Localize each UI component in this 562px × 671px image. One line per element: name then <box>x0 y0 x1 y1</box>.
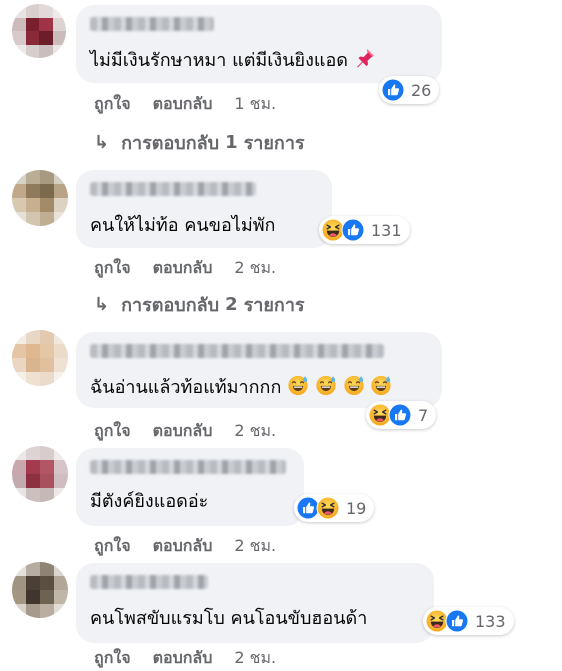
reply-button[interactable]: ตอบกลับ <box>153 256 213 281</box>
comment-bubble[interactable]: ฉันอ่านแล้วท้อแท้มากกก <box>76 332 442 408</box>
avatar[interactable] <box>12 170 68 226</box>
replies-count: 1 <box>225 132 238 153</box>
comment-bubble[interactable]: มีตังค์ยิงแอดอ่ะ <box>76 448 304 526</box>
replies-suffix: รายการ <box>243 295 305 316</box>
author-name[interactable] <box>90 460 286 474</box>
reaction-summary[interactable]: 133 <box>423 607 514 635</box>
grinning-sweat-icon <box>287 374 309 396</box>
like-reaction-icon <box>381 78 405 102</box>
replies-suffix: รายการ <box>243 133 305 154</box>
grinning-sweat-icon <box>315 374 337 396</box>
comment-actions: ถูกใจ ตอบกลับ 2 ชม. <box>94 646 298 671</box>
comment-actions: ถูกใจ ตอบกลับ 1 ชม. <box>94 92 298 117</box>
reaction-summary[interactable]: 19 <box>294 494 375 522</box>
comment-text: ไม่มีเงินรักษาหมา แต่มีเงินยิงแอด <box>90 50 348 71</box>
like-button[interactable]: ถูกใจ <box>94 534 131 559</box>
reaction-summary[interactable]: 131 <box>319 216 410 244</box>
reaction-summary[interactable]: 26 <box>379 76 440 104</box>
comment-actions: ถูกใจ ตอบกลับ 2 ชม. <box>94 534 298 559</box>
like-reaction-icon <box>341 218 365 242</box>
like-reaction-icon <box>445 609 469 633</box>
like-button[interactable]: ถูกใจ <box>94 646 131 671</box>
avatar[interactable] <box>12 4 66 58</box>
like-button[interactable]: ถูกใจ <box>94 419 131 444</box>
author-name[interactable] <box>90 17 214 31</box>
comment-actions: ถูกใจ ตอบกลับ 2 ชม. <box>94 419 298 444</box>
grinning-sweat-icon <box>370 374 392 396</box>
comment-text-row: ไม่มีเงินรักษาหมา แต่มีเงินยิงแอด <box>90 47 376 73</box>
comment-text: มีตังค์ยิงแอดอ่ะ <box>90 491 209 512</box>
replies-label: การตอบกลับ <box>121 133 220 154</box>
avatar[interactable] <box>12 446 68 502</box>
replies-count: 2 <box>225 294 238 315</box>
pushpin-icon <box>354 47 376 69</box>
timestamp[interactable]: 2 ชม. <box>234 256 276 281</box>
comment-text-row: ฉันอ่านแล้วท้อแท้มากกก <box>90 374 392 400</box>
reaction-count: 133 <box>475 611 506 631</box>
comment-bubble[interactable]: คนโพสขับแรมโบ คนโอนขับฮอนด้า <box>76 563 434 643</box>
reaction-count: 131 <box>371 220 402 240</box>
avatar[interactable] <box>12 562 68 618</box>
timestamp[interactable]: 2 ชม. <box>234 534 276 559</box>
comment-actions: ถูกใจ ตอบกลับ 2 ชม. <box>94 256 298 281</box>
timestamp[interactable]: 2 ชม. <box>234 646 276 671</box>
replies-label: การตอบกลับ <box>121 295 220 316</box>
author-name[interactable] <box>90 344 384 358</box>
haha-reaction-icon <box>316 496 340 520</box>
reply-button[interactable]: ตอบกลับ <box>153 419 213 444</box>
comment-text: คนให้ไม่ท้อ คนขอไม่พัก <box>90 215 276 236</box>
reaction-count: 26 <box>411 80 432 100</box>
like-button[interactable]: ถูกใจ <box>94 256 131 281</box>
reaction-count: 19 <box>346 498 367 518</box>
reply-arrow-icon: ↳ <box>94 132 110 153</box>
avatar[interactable] <box>12 330 68 386</box>
like-reaction-icon <box>388 403 412 427</box>
reply-button[interactable]: ตอบกลับ <box>153 92 213 117</box>
grinning-sweat-icon <box>343 374 365 396</box>
reply-arrow-icon: ↳ <box>94 294 110 315</box>
comment-bubble[interactable]: ไม่มีเงินรักษาหมา แต่มีเงินยิงแอด <box>76 5 442 83</box>
reaction-count: 7 <box>418 405 429 425</box>
view-replies-link[interactable]: ↳ การตอบกลับ 2 รายการ <box>94 290 305 319</box>
author-name[interactable] <box>90 575 208 589</box>
timestamp[interactable]: 2 ชม. <box>234 419 276 444</box>
reaction-summary[interactable]: 7 <box>366 401 437 429</box>
reply-button[interactable]: ตอบกลับ <box>153 534 213 559</box>
author-name[interactable] <box>90 182 256 196</box>
comment-text: คนโพสขับแรมโบ คนโอนขับฮอนด้า <box>90 608 368 629</box>
view-replies-link[interactable]: ↳ การตอบกลับ 1 รายการ <box>94 128 305 157</box>
like-button[interactable]: ถูกใจ <box>94 92 131 117</box>
timestamp[interactable]: 1 ชม. <box>234 92 276 117</box>
comment-bubble[interactable]: คนให้ไม่ท้อ คนขอไม่พัก <box>76 170 332 248</box>
comment-text: ฉันอ่านแล้วท้อแท้มากกก <box>90 377 282 398</box>
reply-button[interactable]: ตอบกลับ <box>153 646 213 671</box>
